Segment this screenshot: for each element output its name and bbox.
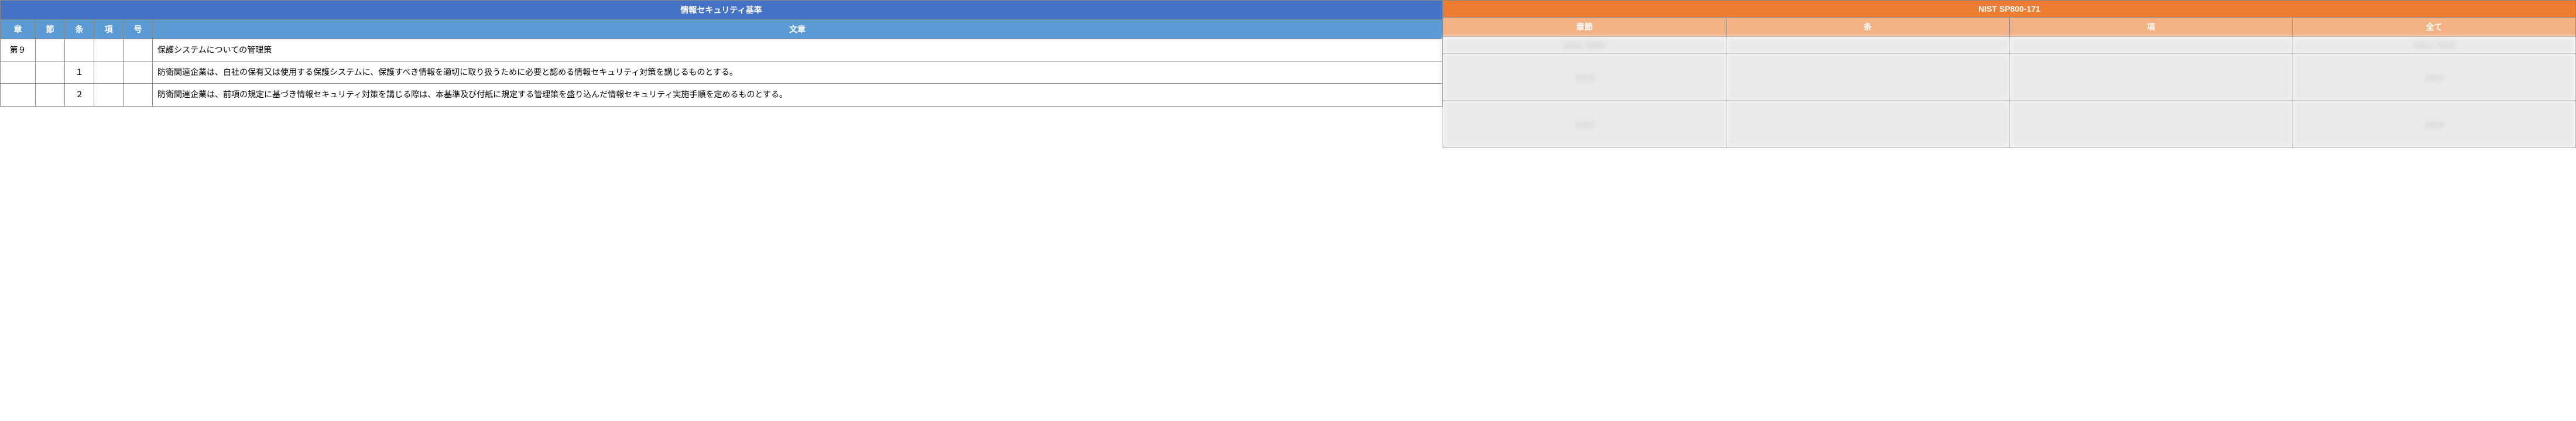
cell-item <box>2009 37 2293 54</box>
cell-article: １ <box>65 61 94 84</box>
security-standard-table: 情報セキュリティ基準 章 節 条 項 号 文章 第９ 保護システムについての管理… <box>0 0 1443 107</box>
cell-item <box>94 84 124 106</box>
col-item: 項 <box>94 20 124 39</box>
header-row: 章節 条 項 全て <box>1443 18 2576 37</box>
cell-item <box>94 61 124 84</box>
cell-text: 防衛関連企業は、前項の規定に基づき情報セキュリティ対策を講じる際は、本基準及び付… <box>153 84 1443 106</box>
cell-all: 3.8.1, 3.8.9 <box>2293 37 2576 54</box>
col-number: 号 <box>124 20 153 39</box>
col-article: 条 <box>65 20 94 39</box>
security-standard-panel: 情報セキュリティ基準 章 節 条 項 号 文章 第９ 保護システムについての管理… <box>0 0 1443 148</box>
cell-article <box>1726 54 2009 101</box>
table-row: 第９ 保護システムについての管理策 <box>1 39 1443 61</box>
cell-article <box>1726 101 2009 148</box>
col-all: 全て <box>2293 18 2576 37</box>
panel-title: NIST SP800-171 <box>1443 1 2576 18</box>
cell-text: 保護システムについての管理策 <box>153 39 1443 61</box>
title-row: 情報セキュリティ基準 <box>1 1 1443 20</box>
cell-article <box>1726 37 2009 54</box>
table-row: １ 防衛関連企業は、自社の保有又は使用する保護システムに、保護すべき情報を適切に… <box>1 61 1443 84</box>
cell-chapter <box>1 84 36 106</box>
cell-chapter <box>1 61 36 84</box>
table-row: 3.8.1, 3.8.9 3.8.1, 3.8.9 <box>1443 37 2576 54</box>
cell-text: 防衛関連企業は、自社の保有又は使用する保護システムに、保護すべき情報を適切に取り… <box>153 61 1443 84</box>
title-row: NIST SP800-171 <box>1443 1 2576 18</box>
cell-article <box>65 39 94 61</box>
table-row: ２ 防衛関連企業は、前項の規定に基づき情報セキュリティ対策を講じる際は、本基準及… <box>1 84 1443 106</box>
cell-section <box>36 39 65 61</box>
cell-item <box>2009 101 2293 148</box>
cell-article: ２ <box>65 84 94 106</box>
col-section: 節 <box>36 20 65 39</box>
header-row: 章 節 条 項 号 文章 <box>1 20 1443 39</box>
cell-chapter: 第９ <box>1 39 36 61</box>
col-chapsec: 章節 <box>1443 18 1727 37</box>
cell-item <box>2009 54 2293 101</box>
col-article: 条 <box>1726 18 2009 37</box>
cell-all: 3.8.9 <box>2293 101 2576 148</box>
col-text: 文章 <box>153 20 1443 39</box>
cell-number <box>124 61 153 84</box>
cell-chapsec: 3.8.9 <box>1443 101 1727 148</box>
cell-chapsec: 3.8.1, 3.8.9 <box>1443 37 1727 54</box>
nist-panel: NIST SP800-171 章節 条 項 全て 3.8.1, 3.8.9 3.… <box>1443 0 2576 148</box>
table-row: 3.8.9 3.8.9 <box>1443 101 2576 148</box>
table-row: 3.8.3 3.8.3 <box>1443 54 2576 101</box>
cell-all: 3.8.3 <box>2293 54 2576 101</box>
cell-item <box>94 39 124 61</box>
cell-section <box>36 84 65 106</box>
cell-number <box>124 39 153 61</box>
col-item: 項 <box>2009 18 2293 37</box>
nist-table: NIST SP800-171 章節 条 項 全て 3.8.1, 3.8.9 3.… <box>1443 0 2576 148</box>
panel-title: 情報セキュリティ基準 <box>1 1 1443 20</box>
col-chapter: 章 <box>1 20 36 39</box>
comparison-table-wrapper: 情報セキュリティ基準 章 節 条 項 号 文章 第９ 保護システムについての管理… <box>0 0 2576 148</box>
cell-section <box>36 61 65 84</box>
cell-number <box>124 84 153 106</box>
cell-chapsec: 3.8.3 <box>1443 54 1727 101</box>
